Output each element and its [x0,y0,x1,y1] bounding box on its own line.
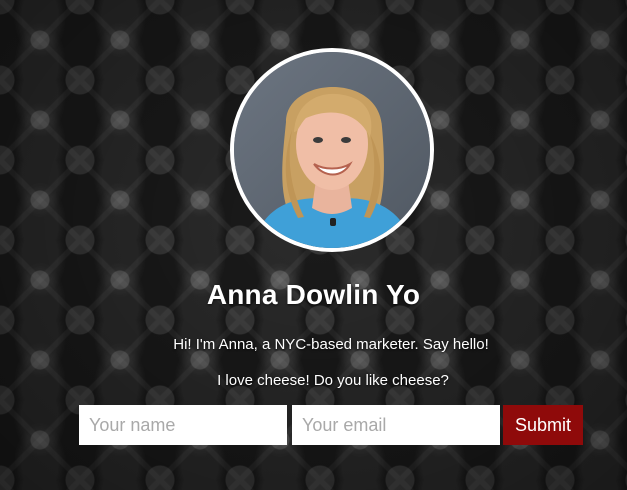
name-input[interactable] [79,405,287,445]
submit-button[interactable]: Submit [503,405,583,445]
avatar-image [234,52,430,248]
bio-line-1: Hi! I'm Anna, a NYC-based marketer. Say … [173,336,489,353]
email-input[interactable] [292,405,500,445]
profile-photo [230,48,434,252]
bio-line-2: I love cheese! Do you like cheese? [217,372,449,389]
signup-card: Anna Dowlin Yo Hi! I'm Anna, a NYC-based… [0,0,627,490]
profile-name: Anna Dowlin Yo [206,279,421,310]
